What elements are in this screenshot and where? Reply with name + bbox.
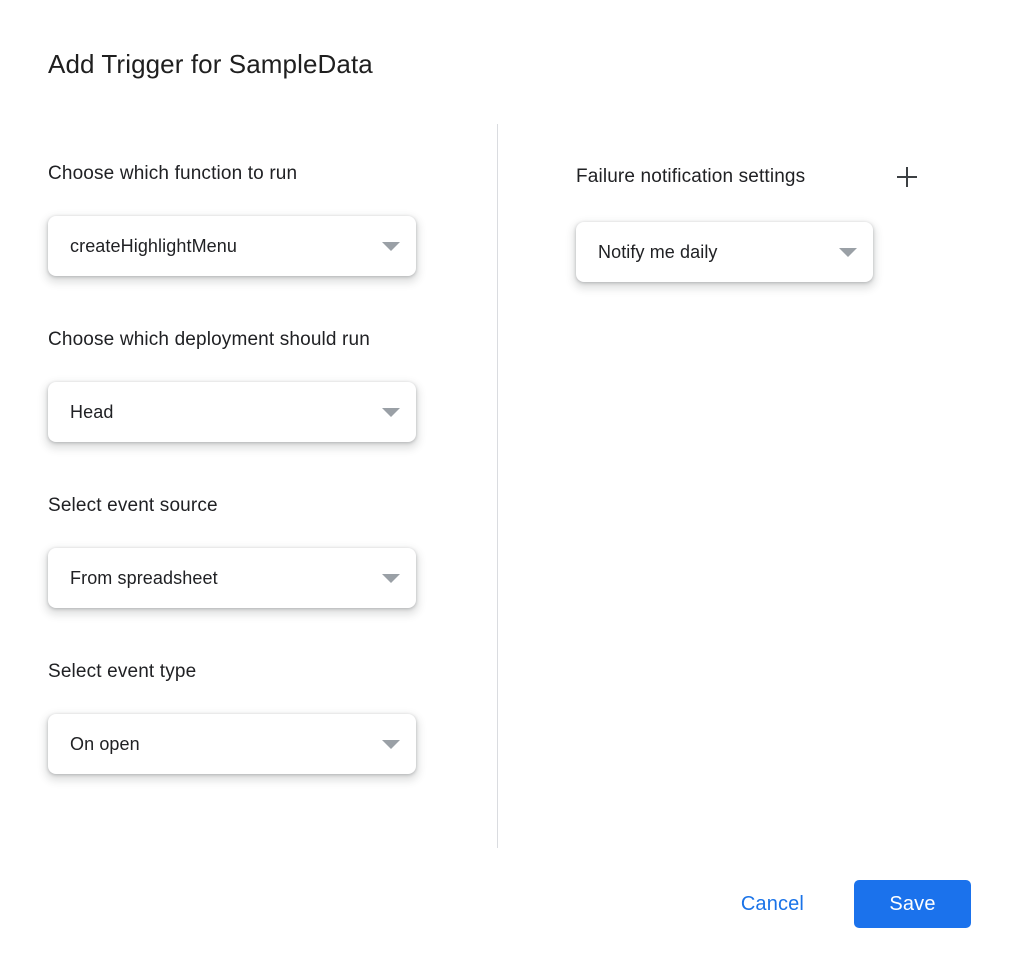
field-group-event-source: Select event source From spreadsheet [48,492,448,608]
select-event-source-value: From spreadsheet [70,568,218,588]
select-failure-notification[interactable]: Notify me daily [576,222,873,282]
select-deployment-value: Head [70,402,114,422]
field-group-deployment: Choose which deployment should run Head [48,326,448,442]
column-divider [497,124,498,848]
label-choose-function: Choose which function to run [48,163,298,184]
chevron-down-icon [839,247,857,257]
plus-icon [897,167,917,187]
add-notification-button[interactable] [890,160,924,194]
select-event-source[interactable]: From spreadsheet [48,548,416,608]
dialog-actions: Cancel Save [717,880,971,928]
label-select-event-source: Select event source [48,495,218,516]
save-button[interactable]: Save [854,880,971,928]
label-failure-notification-settings: Failure notification settings [576,166,806,187]
label-select-event-type: Select event type [48,661,197,682]
field-group-function: Choose which function to run createHighl… [48,160,448,276]
field-group-event-type: Select event type On open [48,658,448,774]
right-column: Failure notification settings Notify me … [576,160,976,292]
page-title: Add Trigger for SampleData [48,49,373,79]
label-choose-deployment: Choose which deployment should run [48,329,370,350]
select-deployment[interactable]: Head [48,382,416,442]
chevron-down-icon [382,573,400,583]
select-event-type[interactable]: On open [48,714,416,774]
field-group-failure-notification: Failure notification settings Notify me … [576,160,976,282]
chevron-down-icon [382,739,400,749]
left-column: Choose which function to run createHighl… [48,160,448,784]
select-failure-notification-value: Notify me daily [598,242,718,262]
cancel-button[interactable]: Cancel [717,880,828,928]
failure-notification-header: Failure notification settings [576,160,924,194]
select-event-type-value: On open [70,734,140,754]
select-function-to-run-value: createHighlightMenu [70,236,237,256]
chevron-down-icon [382,407,400,417]
chevron-down-icon [382,241,400,251]
select-function-to-run[interactable]: createHighlightMenu [48,216,416,276]
